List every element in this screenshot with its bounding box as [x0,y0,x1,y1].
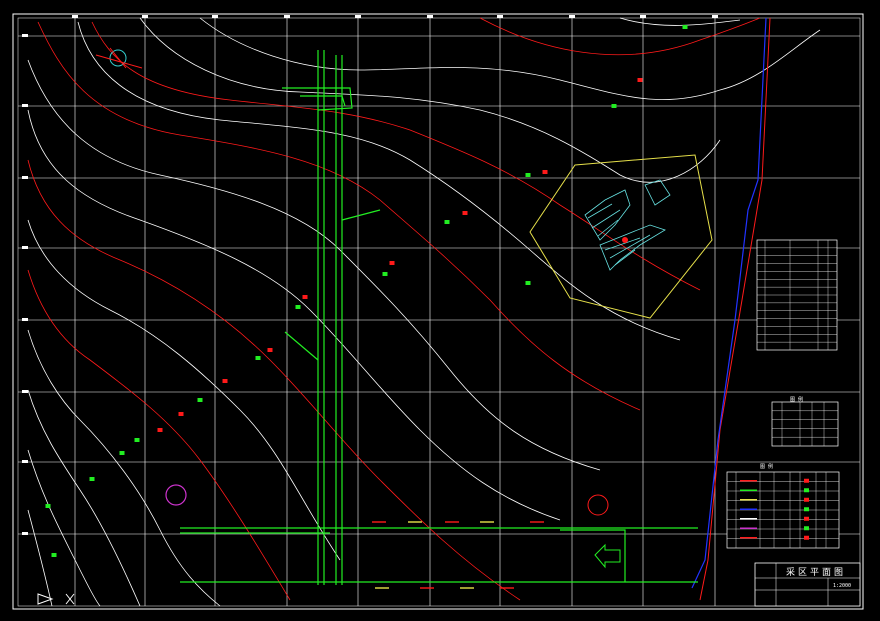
survey-point [389,261,395,265]
contour-white-12 [27,449,101,607]
grid-tick-top [427,15,433,18]
survey-point [222,379,228,383]
survey-point [157,428,163,432]
survey-point [302,295,308,299]
contour-red-2 [91,21,701,291]
grid-tick-left [22,390,28,393]
legend-table-upper [756,239,838,351]
grid-tick-top [284,15,290,18]
survey-point [611,104,617,108]
survey-point [119,451,125,455]
contour-white-5 [27,59,601,471]
survey-point [682,25,688,29]
contour-white-11 [27,389,141,607]
survey-point [178,412,184,416]
legend-point-symbol [804,478,809,483]
grid-tick-top [497,15,503,18]
legend-point-symbol [804,497,809,502]
legend-point-symbol [804,516,809,521]
survey-point [525,281,531,285]
survey-point [637,78,643,82]
survey-point [295,305,301,309]
grid-tick-left [22,104,28,107]
legend-small: 图 例 [771,396,839,447]
survey-point [255,356,261,360]
contour-white-10 [27,329,221,607]
legend-point-symbol [804,488,809,493]
survey-point [525,173,531,177]
grid-tick-left [22,176,28,179]
survey-point [51,553,57,557]
legend-main: 图 例 [726,463,840,549]
legend-point-symbol [804,535,809,540]
survey-point [462,211,468,215]
grid-tick-left [22,34,28,37]
goaf-hatch [584,179,671,271]
roadway-markers [372,521,544,589]
ventilation-arrow-icon [594,543,621,569]
survey-point [197,398,203,402]
legend-point-symbol [804,507,809,512]
grid-tick-top [212,15,218,18]
grid-tick-top [72,15,78,18]
contour-white-15 [619,17,741,26]
survey-point [267,348,273,352]
contour-white-6 [27,109,561,521]
survey-point [134,438,140,442]
grid-tick-top [569,15,575,18]
roadway-network [180,50,698,585]
contour-white-13 [27,509,53,607]
grid-tick-left [22,318,28,321]
survey-point [45,504,51,508]
grid-tick-top [142,15,148,18]
grid-ticks [22,15,718,535]
contour-red-9 [27,269,291,601]
legend-point-symbol [804,526,809,531]
grid-tick-left [22,532,28,535]
survey-points [45,25,688,557]
shaft-circle [587,494,609,516]
legend-small-title: 图 例 [790,396,803,403]
title-block-title: 采区平面图 [786,567,846,578]
survey-point [444,220,450,224]
survey-point [542,170,548,174]
title-block-scale: 1:2000 [833,583,851,589]
cad-drawing: 图 例 图 例 采区平面图 1:2000 [12,13,864,610]
grid-tick-top [640,15,646,18]
survey-point [382,272,388,276]
grid-tick-top [355,15,361,18]
drawing-direction-icon [37,593,75,605]
contour-red-14 [479,17,761,56]
borehole-circle [165,484,187,506]
grid-tick-top [712,15,718,18]
title-block: 采区平面图 1:2000 [754,562,861,607]
grid-tick-left [22,246,28,249]
legend-main-title: 图 例 [760,463,773,470]
red-marker [622,237,628,243]
survey-point [89,477,95,481]
grid-tick-left [22,460,28,463]
north-arrow-icon [95,47,143,69]
